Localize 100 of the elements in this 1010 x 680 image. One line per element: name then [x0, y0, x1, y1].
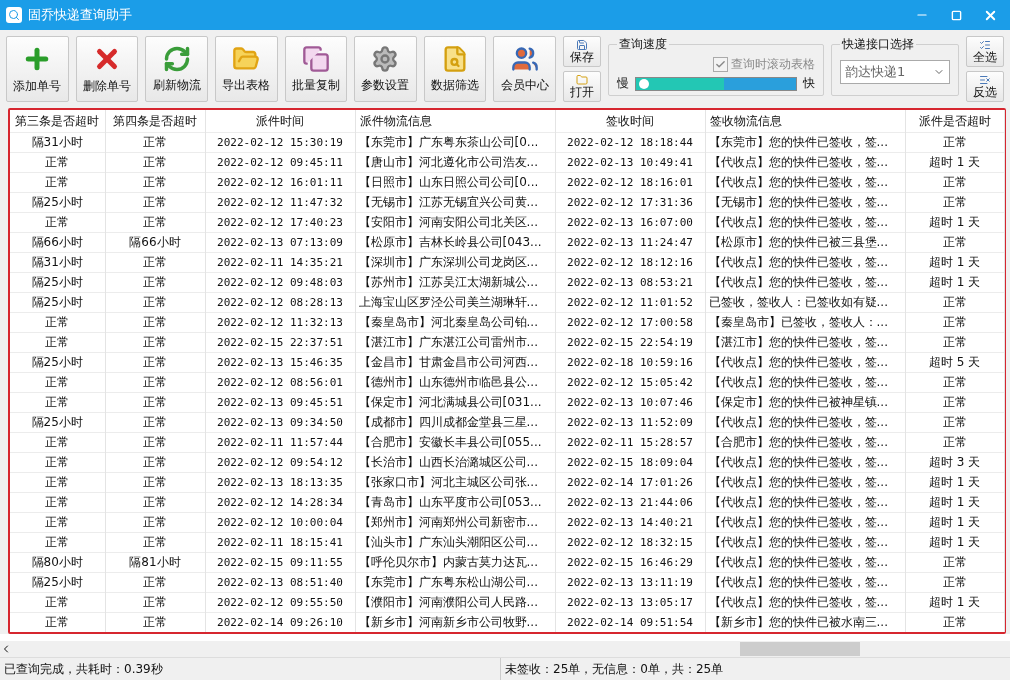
table-cell: 【代收点】您的快件已签收，签...	[705, 172, 905, 193]
status-text: 未签收：25单，无信息：0单，共：25单	[504, 660, 725, 678]
table-cell: 2022-02-12 16:01:11	[205, 172, 355, 193]
table-cell: 【东莞市】广东粤东茶山公司[0...	[355, 132, 555, 153]
table-cell: 2022-02-12 08:28:13	[205, 292, 355, 313]
table-cell: 2022-02-13 11:24:47	[555, 232, 705, 253]
table-cell: 超时 1 天	[905, 152, 1004, 173]
table-cell: 【德州市】山东德州市临邑县公...	[355, 372, 555, 393]
table-cell: 正常	[905, 172, 1004, 193]
column-header[interactable]: 签收物流信息	[705, 110, 905, 133]
speed-slider[interactable]	[635, 76, 797, 91]
table-cell: 【代收点】您的快件已签收，签...	[705, 272, 905, 293]
table-cell: 【无锡市】您的快件已签收，签...	[705, 192, 905, 213]
table-cell: 超时 1 天	[905, 472, 1004, 493]
table-cell: 【代收点】您的快件已签收，签...	[705, 512, 905, 533]
table-cell: 2022-02-13 13:11:19	[555, 572, 705, 593]
column-header[interactable]: 第四条是否超时	[105, 110, 205, 133]
toolbar-button[interactable]: 刷新物流	[145, 36, 208, 102]
select-button[interactable]: 全选	[966, 36, 1004, 67]
table-cell: 隔25小时	[10, 292, 105, 313]
fast-label: 快	[803, 75, 815, 92]
api-dropdown[interactable]: 韵达快递1	[840, 60, 950, 84]
table-cell: 正常	[10, 152, 105, 173]
table-cell: 【无锡市】江苏无锡宜兴公司黄...	[355, 192, 555, 213]
table-cell: 2022-02-12 14:28:34	[205, 492, 355, 513]
table-cell: 2022-02-12 18:32:15	[555, 532, 705, 553]
table-cell: 正常	[105, 372, 205, 393]
table-cell: 【代收点】您的快件已签收，签...	[705, 532, 905, 553]
table-cell: 2022-02-12 11:01:52	[555, 292, 705, 313]
table-cell: 【深圳市】广东深圳公司龙岗区...	[355, 252, 555, 273]
toolbar-button[interactable]: 添加单号	[6, 36, 69, 102]
table-cell: 2022-02-13 08:53:21	[555, 272, 705, 293]
file-button[interactable]: 打开	[563, 71, 601, 102]
table-cell: 正常	[10, 452, 105, 473]
table-cell: 超时 1 天	[905, 212, 1004, 233]
table-cell: 2022-02-12 15:05:42	[555, 372, 705, 393]
table-cell: 【日照市】山东日照公司公司[0...	[355, 172, 555, 193]
table-cell: 2022-02-18 10:59:16	[555, 352, 705, 373]
table-cell: 【濮阳市】河南濮阳公司人民路...	[355, 592, 555, 613]
table-cell: 【东莞市】广东粤东松山湖公司...	[355, 572, 555, 593]
column-header[interactable]: 第三条是否超时	[10, 110, 105, 133]
table-cell: 【张家口市】河北主城区公司张...	[355, 472, 555, 493]
column-header[interactable]: 派件是否超时	[905, 110, 1004, 133]
users-icon	[510, 44, 539, 73]
table-cell: 【代收点】您的快件已签收，签...	[705, 412, 905, 433]
table-cell: 正常	[10, 312, 105, 333]
column-header[interactable]: 派件物流信息	[355, 110, 555, 133]
table-cell: 2022-02-12 18:12:16	[555, 252, 705, 273]
table-cell: 隔31小时	[10, 252, 105, 273]
table-cell: 超时 5 天	[905, 352, 1004, 373]
table-cell: 正常	[105, 192, 205, 213]
table-cell: 【郑州市】河南郑州公司新密市...	[355, 512, 555, 533]
file-button[interactable]: 保存	[563, 36, 601, 67]
table-cell: 【新乡市】您的快件已被水南三...	[705, 612, 905, 632]
table-cell: 正常	[105, 432, 205, 453]
table-cell: 正常	[105, 412, 205, 433]
table-cell: 正常	[905, 572, 1004, 593]
table-cell: 2022-02-12 09:45:11	[205, 152, 355, 173]
table-cell: 正常	[105, 312, 205, 333]
column-header[interactable]: 派件时间	[205, 110, 355, 133]
column-header[interactable]: 签收时间	[555, 110, 705, 133]
table-cell: 正常	[105, 352, 205, 373]
table-cell: 正常	[905, 552, 1004, 573]
table-cell: 2022-02-12 17:40:23	[205, 212, 355, 233]
table-cell: 正常	[105, 532, 205, 553]
slider-thumb[interactable]	[638, 78, 649, 89]
table-cell: 【秦皇岛市】河北秦皇岛公司铂...	[355, 312, 555, 333]
table-cell: 正常	[105, 152, 205, 173]
table-cell: 正常	[10, 432, 105, 453]
table-cell: 正常	[105, 492, 205, 513]
group-title: 查询速度	[618, 36, 668, 53]
table-cell: 正常	[10, 372, 105, 393]
app-logo-icon	[6, 7, 22, 23]
table-cell: 隔25小时	[10, 572, 105, 593]
settings-icon	[371, 44, 400, 73]
toolbar-button[interactable]: 参数设置	[354, 36, 417, 102]
table-cell: 【松原市】您的快件已被三县堡...	[705, 232, 905, 253]
table-cell: 【新乡市】河南新乡市公司牧野...	[355, 612, 555, 632]
select-button[interactable]: 反选	[966, 71, 1004, 102]
toolbar-button[interactable]: 导出表格	[214, 36, 278, 102]
table-cell: 【松原市】吉林长岭县公司[043...	[355, 232, 555, 253]
table-cell: 正常	[105, 592, 205, 613]
table-cell: 隔25小时	[10, 192, 105, 213]
toolbar-button[interactable]: 批量复制	[284, 36, 348, 102]
table-cell: 正常	[10, 492, 105, 513]
list-check-icon	[979, 38, 991, 51]
toolbar-button[interactable]: 删除单号	[75, 36, 139, 102]
table-cell: 【代收点】您的快件已签收，签...	[705, 452, 905, 473]
list-icon	[979, 73, 991, 86]
table-cell: 【代收点】您的快件已签收，签...	[705, 492, 905, 513]
toolbar-button[interactable]: 数据筛选	[423, 36, 487, 102]
table-cell: 2022-02-12 08:56:01	[205, 372, 355, 393]
table-cell: 【苏州市】江苏吴江太湖新城公...	[355, 272, 555, 293]
table-cell: 【成都市】四川成都金堂县三星...	[355, 412, 555, 433]
table-cell: 【长治市】山西长治潞城区公司...	[355, 452, 555, 473]
table-cell: 正常	[905, 432, 1004, 453]
table-cell: 【呼伦贝尔市】内蒙古莫力达瓦...	[355, 552, 555, 573]
table-cell: 2022-02-14 17:01:26	[555, 472, 705, 493]
toolbar-button[interactable]: 会员中心	[493, 36, 556, 102]
check-icon	[715, 59, 726, 70]
